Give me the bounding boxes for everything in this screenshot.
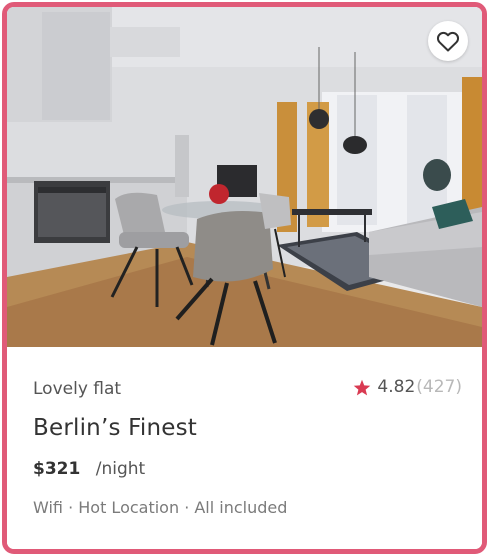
star-icon: [354, 379, 371, 395]
listing-category: Lovely flat: [33, 379, 122, 399]
price-amount: $321: [33, 459, 81, 479]
listing-amenities: Wifi · Hot Location · All included: [33, 498, 288, 517]
rating-score: 4.82: [377, 377, 416, 397]
favorite-button[interactable]: [428, 21, 468, 61]
listing-info: Lovely flat 4.82 (427) Berlin’s Finest $…: [7, 347, 482, 549]
listing-card[interactable]: Lovely flat 4.82 (427) Berlin’s Finest $…: [2, 2, 487, 554]
price-unit: /night: [95, 459, 146, 479]
rating-count: (427): [416, 377, 462, 397]
heart-outline-icon: [436, 31, 460, 52]
listing-price: $321 /night: [33, 459, 145, 479]
listing-title[interactable]: Berlin’s Finest: [33, 415, 197, 441]
apartment-interior-image: [7, 7, 482, 347]
listing-rating: 4.82 (427): [353, 377, 462, 397]
listing-photo[interactable]: [7, 7, 482, 347]
